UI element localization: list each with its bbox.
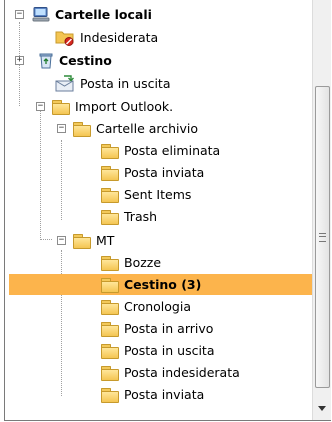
junk-folder-icon	[55, 31, 74, 46]
tree-item-indesiderata[interactable]: Indesiderata	[55, 27, 159, 48]
tree-item-posta-inviata[interactable]: Posta inviata	[101, 162, 205, 183]
folder-icon	[52, 99, 70, 115]
tree-item-label: Posta in arrivo	[124, 321, 214, 336]
tree-item-label: Posta indesiderata	[124, 365, 240, 380]
tree-item-label: Cartelle archivio	[96, 121, 199, 136]
tree-connector	[40, 239, 52, 240]
scroll-grip-icon	[319, 233, 326, 242]
tree-connector	[40, 110, 41, 240]
expand-toggle[interactable]: +	[15, 56, 24, 65]
folder-icon	[73, 121, 91, 137]
computer-icon	[32, 7, 50, 22]
tree-connector	[61, 250, 62, 396]
folder-icon	[101, 321, 119, 337]
folder-icon	[101, 343, 119, 359]
tree-item-posta-in-arrivo[interactable]: Posta in arrivo	[101, 318, 214, 339]
tree-item-posta-eliminata[interactable]: Posta eliminata	[101, 140, 221, 161]
scroll-down-arrow-icon[interactable]	[318, 406, 326, 411]
tree-item-label: Trash	[124, 209, 158, 224]
tree-item-label: Posta in uscita	[80, 76, 171, 91]
tree-connector	[61, 140, 62, 220]
tree-item-bozze[interactable]: Bozze	[101, 252, 162, 273]
tree-item-label: MT	[96, 233, 115, 248]
scrollbar-thumb[interactable]	[315, 86, 330, 388]
tree-item-label: Bozze	[124, 255, 162, 270]
tree-item-sent-items[interactable]: Sent Items	[101, 184, 192, 205]
folder-icon	[101, 387, 119, 403]
tree-item-cronologia[interactable]: Cronologia	[101, 296, 192, 317]
tree-item-posta-in-uscita-mt[interactable]: Posta in uscita	[101, 340, 216, 361]
tree-item-posta-in-uscita[interactable]: Posta in uscita	[55, 73, 172, 94]
folder-icon	[101, 277, 119, 293]
tree-item-label: Posta in uscita	[124, 343, 215, 358]
tree-item-import-outlook[interactable]: − Import Outlook.	[36, 96, 174, 117]
folder-icon	[101, 255, 119, 271]
tree-item-label: Cestino	[59, 53, 112, 68]
tree-item-cestino[interactable]: + Cestino	[15, 50, 113, 71]
recycle-bin-icon	[39, 53, 53, 69]
tree-item-posta-indesiderata[interactable]: Posta indesiderata	[101, 362, 241, 383]
folder-icon	[101, 143, 119, 159]
collapse-toggle[interactable]: −	[57, 124, 66, 133]
tree-item-label: Posta eliminata	[124, 143, 221, 158]
tree-item-label: Posta inviata	[124, 387, 205, 402]
tree-item-cartelle-archivio[interactable]: − Cartelle archivio	[57, 118, 199, 139]
folder-icon	[101, 299, 119, 315]
tree-item-label: Import Outlook.	[75, 99, 174, 114]
tree-item-label: Indesiderata	[80, 30, 159, 45]
folder-icon	[73, 233, 91, 249]
collapse-toggle[interactable]: −	[15, 10, 24, 19]
collapse-toggle[interactable]: −	[57, 236, 66, 245]
tree-item-label: Cronologia	[124, 299, 191, 314]
folder-icon	[101, 209, 119, 225]
tree-item-trash[interactable]: Trash	[101, 206, 158, 227]
tree-item-label: Sent Items	[124, 187, 192, 202]
folder-icon	[101, 365, 119, 381]
outbox-icon	[55, 75, 74, 92]
vertical-scrollbar[interactable]	[312, 0, 331, 420]
tree-item-posta-inviata-mt[interactable]: Posta inviata	[101, 384, 205, 405]
tree-item-label: Cartelle locali	[55, 7, 152, 22]
folder-icon	[101, 187, 119, 203]
folder-icon	[101, 165, 119, 181]
folder-tree: − Cartelle locali Indesiderata + Cestino…	[5, 0, 312, 420]
tree-item-label: Posta inviata	[124, 165, 205, 180]
collapse-toggle[interactable]: −	[36, 102, 45, 111]
tree-item-cartelle-locali[interactable]: − Cartelle locali	[15, 4, 153, 25]
folder-tree-panel: − Cartelle locali Indesiderata + Cestino…	[4, 0, 331, 421]
tree-item-mt[interactable]: − MT	[57, 230, 115, 251]
tree-item-label: Cestino (3)	[124, 277, 202, 292]
tree-item-cestino-mt-selected[interactable]: Cestino (3)	[9, 274, 312, 295]
